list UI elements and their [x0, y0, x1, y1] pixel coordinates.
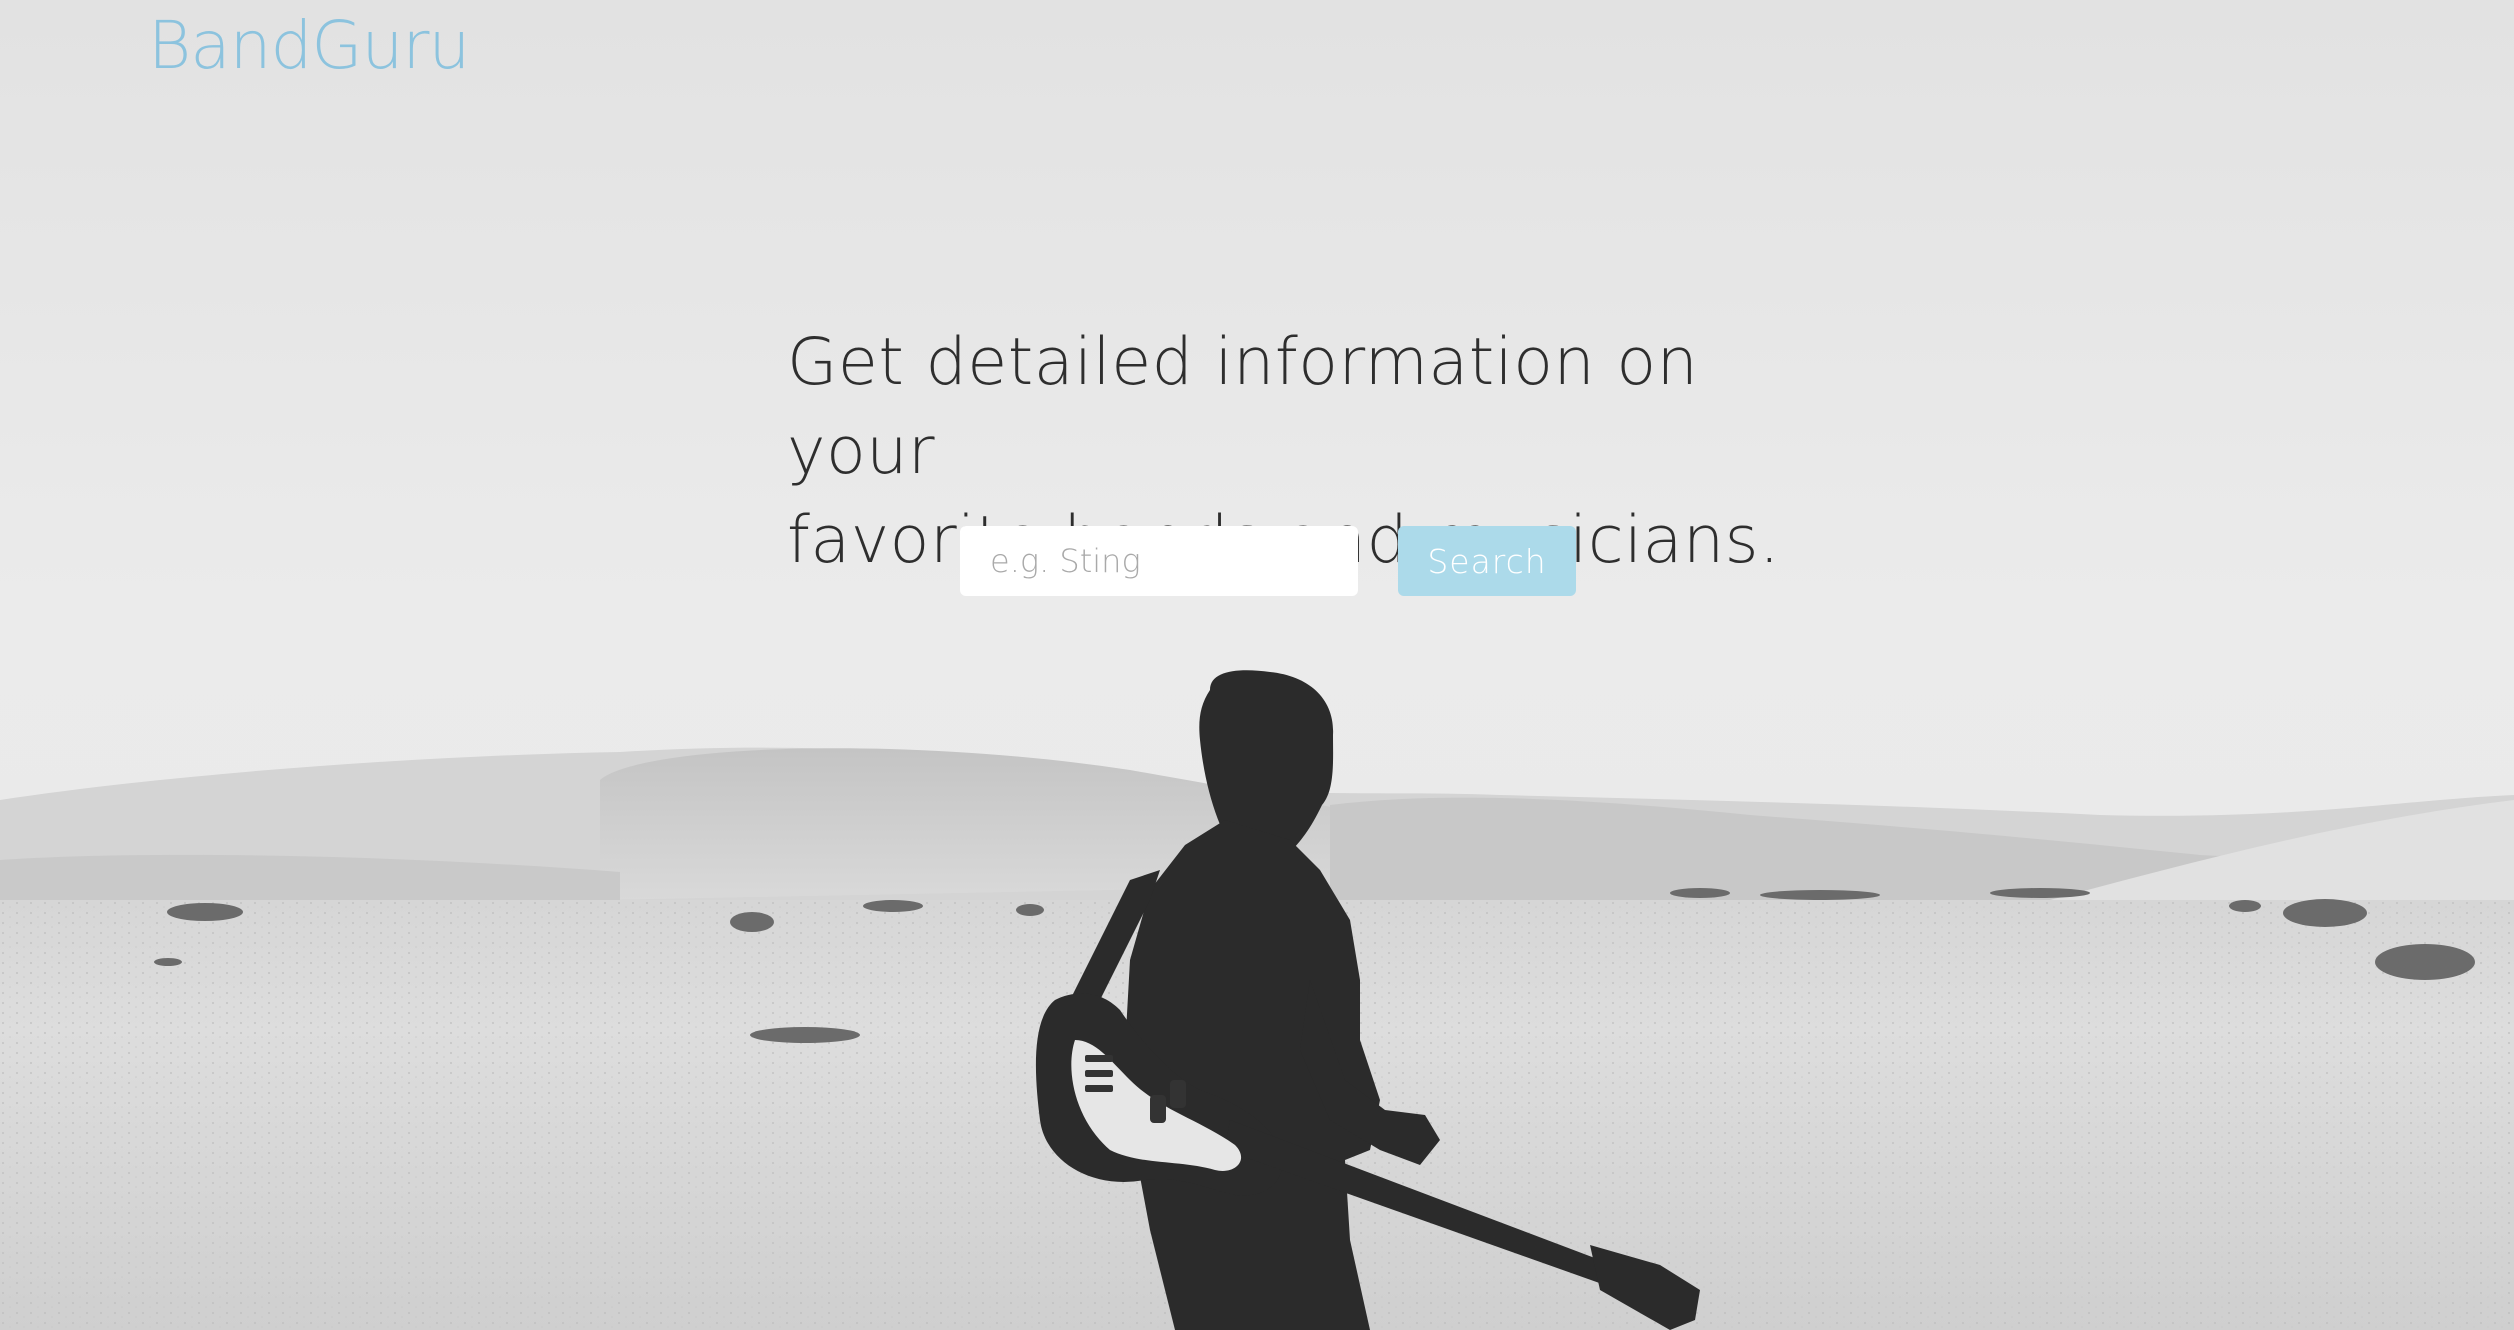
headline-line-1: Get detailed information on your — [787, 325, 1699, 489]
desert-guitarist-photo — [0, 0, 2514, 1330]
search-button[interactable]: Search — [1398, 526, 1576, 596]
hero-section: BandGuru Get detailed information on you… — [0, 0, 2514, 1330]
search-input[interactable] — [960, 526, 1358, 596]
brand-logo[interactable]: BandGuru — [148, 6, 470, 85]
